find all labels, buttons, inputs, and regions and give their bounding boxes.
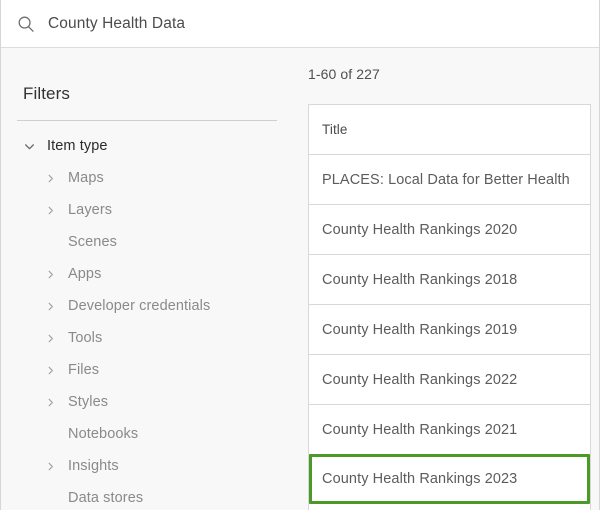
table-row[interactable]: County Health Rankings 2018 [309, 255, 590, 305]
table-row[interactable]: PLACES: Local Data for Better Health [309, 155, 590, 205]
filter-item-label: Tools [68, 330, 103, 346]
filter-item-notebooks[interactable]: Notebooks [1, 418, 301, 450]
filter-item-apps[interactable]: Apps [1, 258, 301, 290]
results-table: Title PLACES: Local Data for Better Heal… [308, 104, 591, 510]
filter-list: Item type Maps Layers Scenes Apps Develo… [1, 130, 301, 510]
search-icon[interactable] [17, 15, 35, 33]
table-row-highlighted[interactable]: County Health Rankings 2023 [309, 454, 590, 504]
table-row[interactable] [309, 504, 590, 510]
filters-sidebar: Filters Item type Maps Layers Scenes App… [1, 48, 301, 510]
row-title: PLACES: Local Data for Better Health [322, 171, 570, 188]
filter-item-scenes[interactable]: Scenes [1, 226, 301, 258]
row-title: County Health Rankings 2018 [322, 271, 518, 288]
row-title: County Health Rankings 2021 [322, 421, 518, 438]
chevron-right-icon [48, 174, 53, 182]
filter-item-label: Styles [68, 394, 109, 410]
filter-item-layers[interactable]: Layers [1, 194, 301, 226]
column-header-title: Title [322, 122, 348, 137]
filter-group-label: Item type [47, 138, 108, 154]
chevron-right-icon [48, 302, 53, 310]
filter-item-label: Developer credentials [68, 298, 211, 314]
table-row[interactable]: County Health Rankings 2020 [309, 205, 590, 255]
row-title: County Health Rankings 2022 [322, 371, 518, 388]
row-title: County Health Rankings 2019 [322, 321, 518, 338]
filter-item-label: Layers [68, 202, 113, 218]
filter-item-tools[interactable]: Tools [1, 322, 301, 354]
row-title: County Health Rankings 2023 [322, 471, 518, 487]
filters-divider [17, 120, 277, 121]
filter-item-developer-credentials[interactable]: Developer credentials [1, 290, 301, 322]
filter-item-label: Notebooks [68, 426, 139, 442]
chevron-right-icon [48, 366, 53, 374]
filter-item-label: Scenes [68, 234, 117, 250]
results-panel: 1-60 of 227 Title PLACES: Local Data for… [301, 48, 599, 510]
chevron-down-icon [25, 143, 34, 149]
chevron-right-icon [48, 334, 53, 342]
filter-item-maps[interactable]: Maps [1, 162, 301, 194]
chevron-right-icon [48, 398, 53, 406]
search-input[interactable]: County Health Data [48, 15, 185, 33]
search-bar[interactable]: County Health Data [1, 0, 599, 48]
row-title: County Health Rankings 2020 [322, 221, 518, 238]
chevron-right-icon [48, 206, 53, 214]
chevron-right-icon [48, 462, 53, 470]
result-count-label: 1-60 of 227 [308, 66, 380, 82]
filter-item-label: Apps [68, 266, 102, 282]
filters-heading: Filters [23, 84, 70, 103]
filter-group-item-type[interactable]: Item type [1, 130, 301, 162]
table-row[interactable]: County Health Rankings 2019 [309, 305, 590, 355]
chevron-right-icon [48, 270, 53, 278]
search-results-page: County Health Data Filters Item type Map… [0, 0, 600, 510]
filter-item-label: Data stores [68, 490, 144, 506]
page-content: Filters Item type Maps Layers Scenes App… [1, 48, 599, 510]
filter-item-styles[interactable]: Styles [1, 386, 301, 418]
filter-item-label: Insights [68, 458, 119, 474]
filter-item-label: Maps [68, 170, 104, 186]
table-row[interactable]: County Health Rankings 2021 [309, 405, 590, 455]
table-row[interactable]: County Health Rankings 2022 [309, 355, 590, 405]
filter-item-files[interactable]: Files [1, 354, 301, 386]
filter-item-insights[interactable]: Insights [1, 450, 301, 482]
filter-item-label: Files [68, 362, 100, 378]
filter-item-data-stores[interactable]: Data stores [1, 482, 301, 510]
table-header-row[interactable]: Title [309, 105, 590, 155]
